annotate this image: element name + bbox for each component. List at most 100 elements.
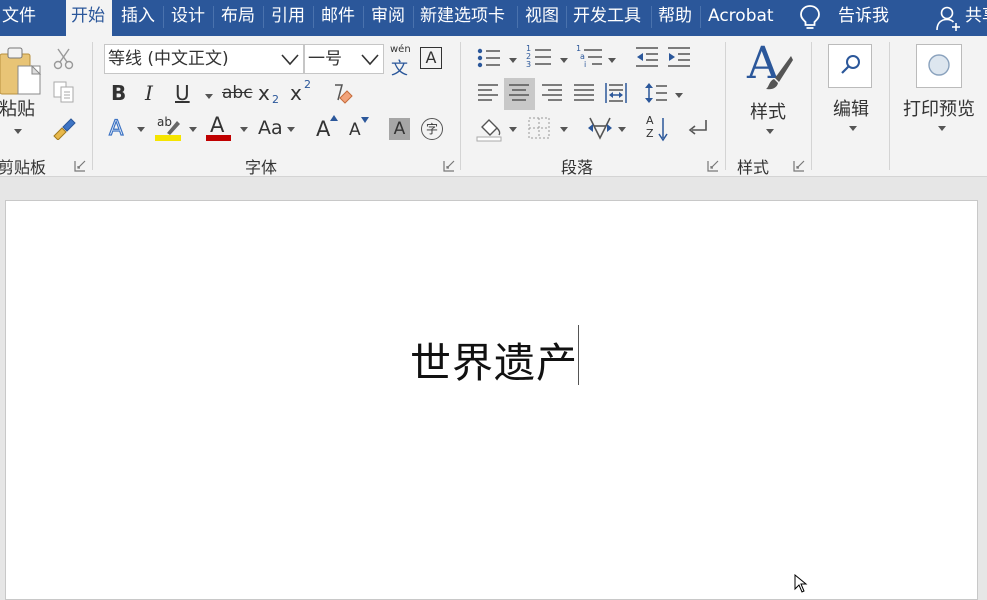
format-painter-icon[interactable] — [52, 116, 78, 140]
font-size-combobox[interactable]: 一号 — [304, 44, 384, 74]
styles-launcher-icon[interactable] — [793, 160, 805, 172]
tab-home[interactable]: 开始 — [66, 0, 112, 40]
line-spacing-dropdown-icon[interactable] — [675, 93, 683, 99]
italic-button[interactable]: I — [145, 81, 153, 105]
phonetic-guide-button[interactable]: wén 文 — [390, 44, 412, 79]
numbering-button[interactable]: 1 2 3 — [526, 44, 552, 70]
decrease-indent-icon[interactable] — [634, 46, 660, 70]
shrink-arrow-icon — [361, 117, 369, 123]
tab-insert[interactable]: 插入 — [121, 0, 155, 36]
change-case-button[interactable]: Aa — [258, 117, 283, 139]
tab-review[interactable]: 审阅 — [371, 0, 405, 36]
styles-dropdown-icon[interactable] — [766, 129, 774, 135]
character-shading-button[interactable]: A — [389, 118, 410, 140]
font-color-dropdown-icon[interactable] — [240, 127, 248, 133]
numbering-dropdown-icon[interactable] — [560, 58, 568, 64]
shrink-font-letter: A — [349, 120, 361, 140]
bullets-dropdown-icon[interactable] — [509, 58, 517, 64]
justify-icon[interactable] — [573, 82, 595, 104]
tab-acrobat[interactable]: Acrobat — [708, 0, 774, 36]
bullets-icon[interactable] — [476, 46, 502, 70]
tab-help[interactable]: 帮助 — [658, 0, 692, 36]
paragraph-launcher-icon[interactable] — [707, 160, 719, 172]
increase-indent-icon[interactable] — [666, 46, 692, 70]
line-spacing-icon[interactable] — [644, 82, 668, 104]
numbering-digit-3: 3 — [526, 60, 532, 69]
font-launcher-icon[interactable] — [443, 160, 455, 172]
copy-icon[interactable] — [52, 80, 76, 104]
editing-dropdown-icon[interactable] — [849, 126, 857, 132]
share-person-icon[interactable] — [935, 4, 961, 32]
tell-me-box[interactable]: 告诉我 — [838, 0, 889, 36]
tab-mailings[interactable]: 邮件 — [321, 0, 355, 36]
character-border-button[interactable]: A — [420, 47, 442, 69]
editing-button[interactable] — [828, 44, 872, 88]
font-name-combobox[interactable]: 等线 (中文正文) — [104, 44, 304, 74]
print-preview-button[interactable] — [916, 44, 962, 88]
align-left-icon[interactable] — [477, 82, 499, 104]
tab-layout[interactable]: 布局 — [221, 0, 255, 36]
shrink-font-button[interactable]: A — [349, 115, 373, 143]
styles-label[interactable]: 样式 — [750, 98, 786, 124]
text-effects-button[interactable]: A — [108, 115, 124, 140]
shading-dropdown-icon[interactable] — [509, 127, 517, 133]
shading-icon[interactable] — [476, 116, 504, 142]
chevron-down-icon[interactable] — [281, 54, 299, 66]
grow-font-button[interactable]: A — [316, 115, 340, 143]
sort-button[interactable]: A Z — [646, 114, 670, 144]
tab-view[interactable]: 视图 — [525, 0, 559, 36]
multilevel-list-button[interactable]: 1 a i — [576, 44, 604, 70]
sort-arrow-icon — [658, 118, 668, 142]
tab-file[interactable]: 文件 — [2, 0, 36, 36]
print-preview-dropdown-icon[interactable] — [938, 126, 946, 132]
asian-layout-dropdown-icon[interactable] — [618, 127, 626, 133]
styles-group-label: 样式 — [737, 158, 770, 177]
strikethrough-button[interactable]: abc — [222, 83, 253, 103]
highlight-color-bar — [155, 135, 181, 141]
font-color-button[interactable]: A — [206, 113, 232, 143]
enclose-characters-button[interactable]: 字 — [421, 118, 443, 140]
underline-button[interactable]: U — [175, 81, 190, 105]
clipboard-group-label: 剪贴板 — [0, 158, 47, 177]
editing-label[interactable]: 编辑 — [833, 95, 869, 121]
bold-button[interactable]: B — [111, 81, 126, 105]
tab-references[interactable]: 引用 — [271, 0, 305, 36]
chevron-down-icon[interactable] — [361, 54, 379, 66]
underline-dropdown-icon[interactable] — [205, 94, 213, 100]
styles-gallery-button[interactable]: A — [745, 38, 793, 98]
document-text[interactable]: 世界遗产 — [410, 329, 578, 389]
highlight-button[interactable]: ab — [155, 115, 183, 143]
tab-design[interactable]: 设计 — [171, 0, 205, 36]
clear-formatting-icon[interactable] — [330, 82, 354, 106]
borders-dropdown-icon[interactable] — [560, 127, 568, 133]
clipboard-launcher-icon[interactable] — [74, 160, 86, 172]
align-center-icon — [509, 84, 529, 101]
show-marks-icon[interactable] — [686, 118, 710, 140]
lightbulb-icon[interactable] — [798, 3, 822, 31]
document-page[interactable]: 世界遗产 — [5, 200, 978, 600]
highlight-dropdown-icon[interactable] — [189, 127, 197, 133]
asian-layout-icon[interactable] — [586, 116, 614, 140]
ribbon-home: 粘贴 剪贴板 等线 (中文正文) 一号 wén 文 A B I U abc x … — [0, 36, 987, 177]
text-effects-dropdown-icon[interactable] — [137, 127, 145, 133]
multilevel-dropdown-icon[interactable] — [608, 58, 616, 64]
print-preview-label[interactable]: 打印预览 — [903, 95, 975, 121]
align-center-button[interactable] — [504, 78, 535, 110]
tab-new-tab[interactable]: 新建选项卡 — [420, 0, 505, 36]
change-case-dropdown-icon[interactable] — [287, 127, 295, 133]
align-right-icon[interactable] — [541, 82, 563, 104]
share-button[interactable]: 共享 — [965, 0, 987, 36]
paste-icon[interactable] — [0, 46, 44, 98]
distributed-icon[interactable] — [604, 81, 628, 105]
paste-label[interactable]: 粘贴 — [0, 95, 35, 121]
paste-dropdown-icon[interactable] — [14, 129, 22, 135]
subscript-mark: 2 — [272, 93, 279, 106]
font-group-label: 字体 — [245, 158, 278, 177]
borders-icon[interactable] — [528, 117, 550, 139]
tab-developer[interactable]: 开发工具 — [573, 0, 641, 36]
text-caret — [578, 325, 579, 385]
subscript-button[interactable]: x 2 — [258, 81, 282, 107]
grow-arrow-icon — [330, 115, 338, 121]
cut-icon[interactable] — [52, 48, 76, 70]
superscript-button[interactable]: x 2 — [290, 78, 314, 107]
